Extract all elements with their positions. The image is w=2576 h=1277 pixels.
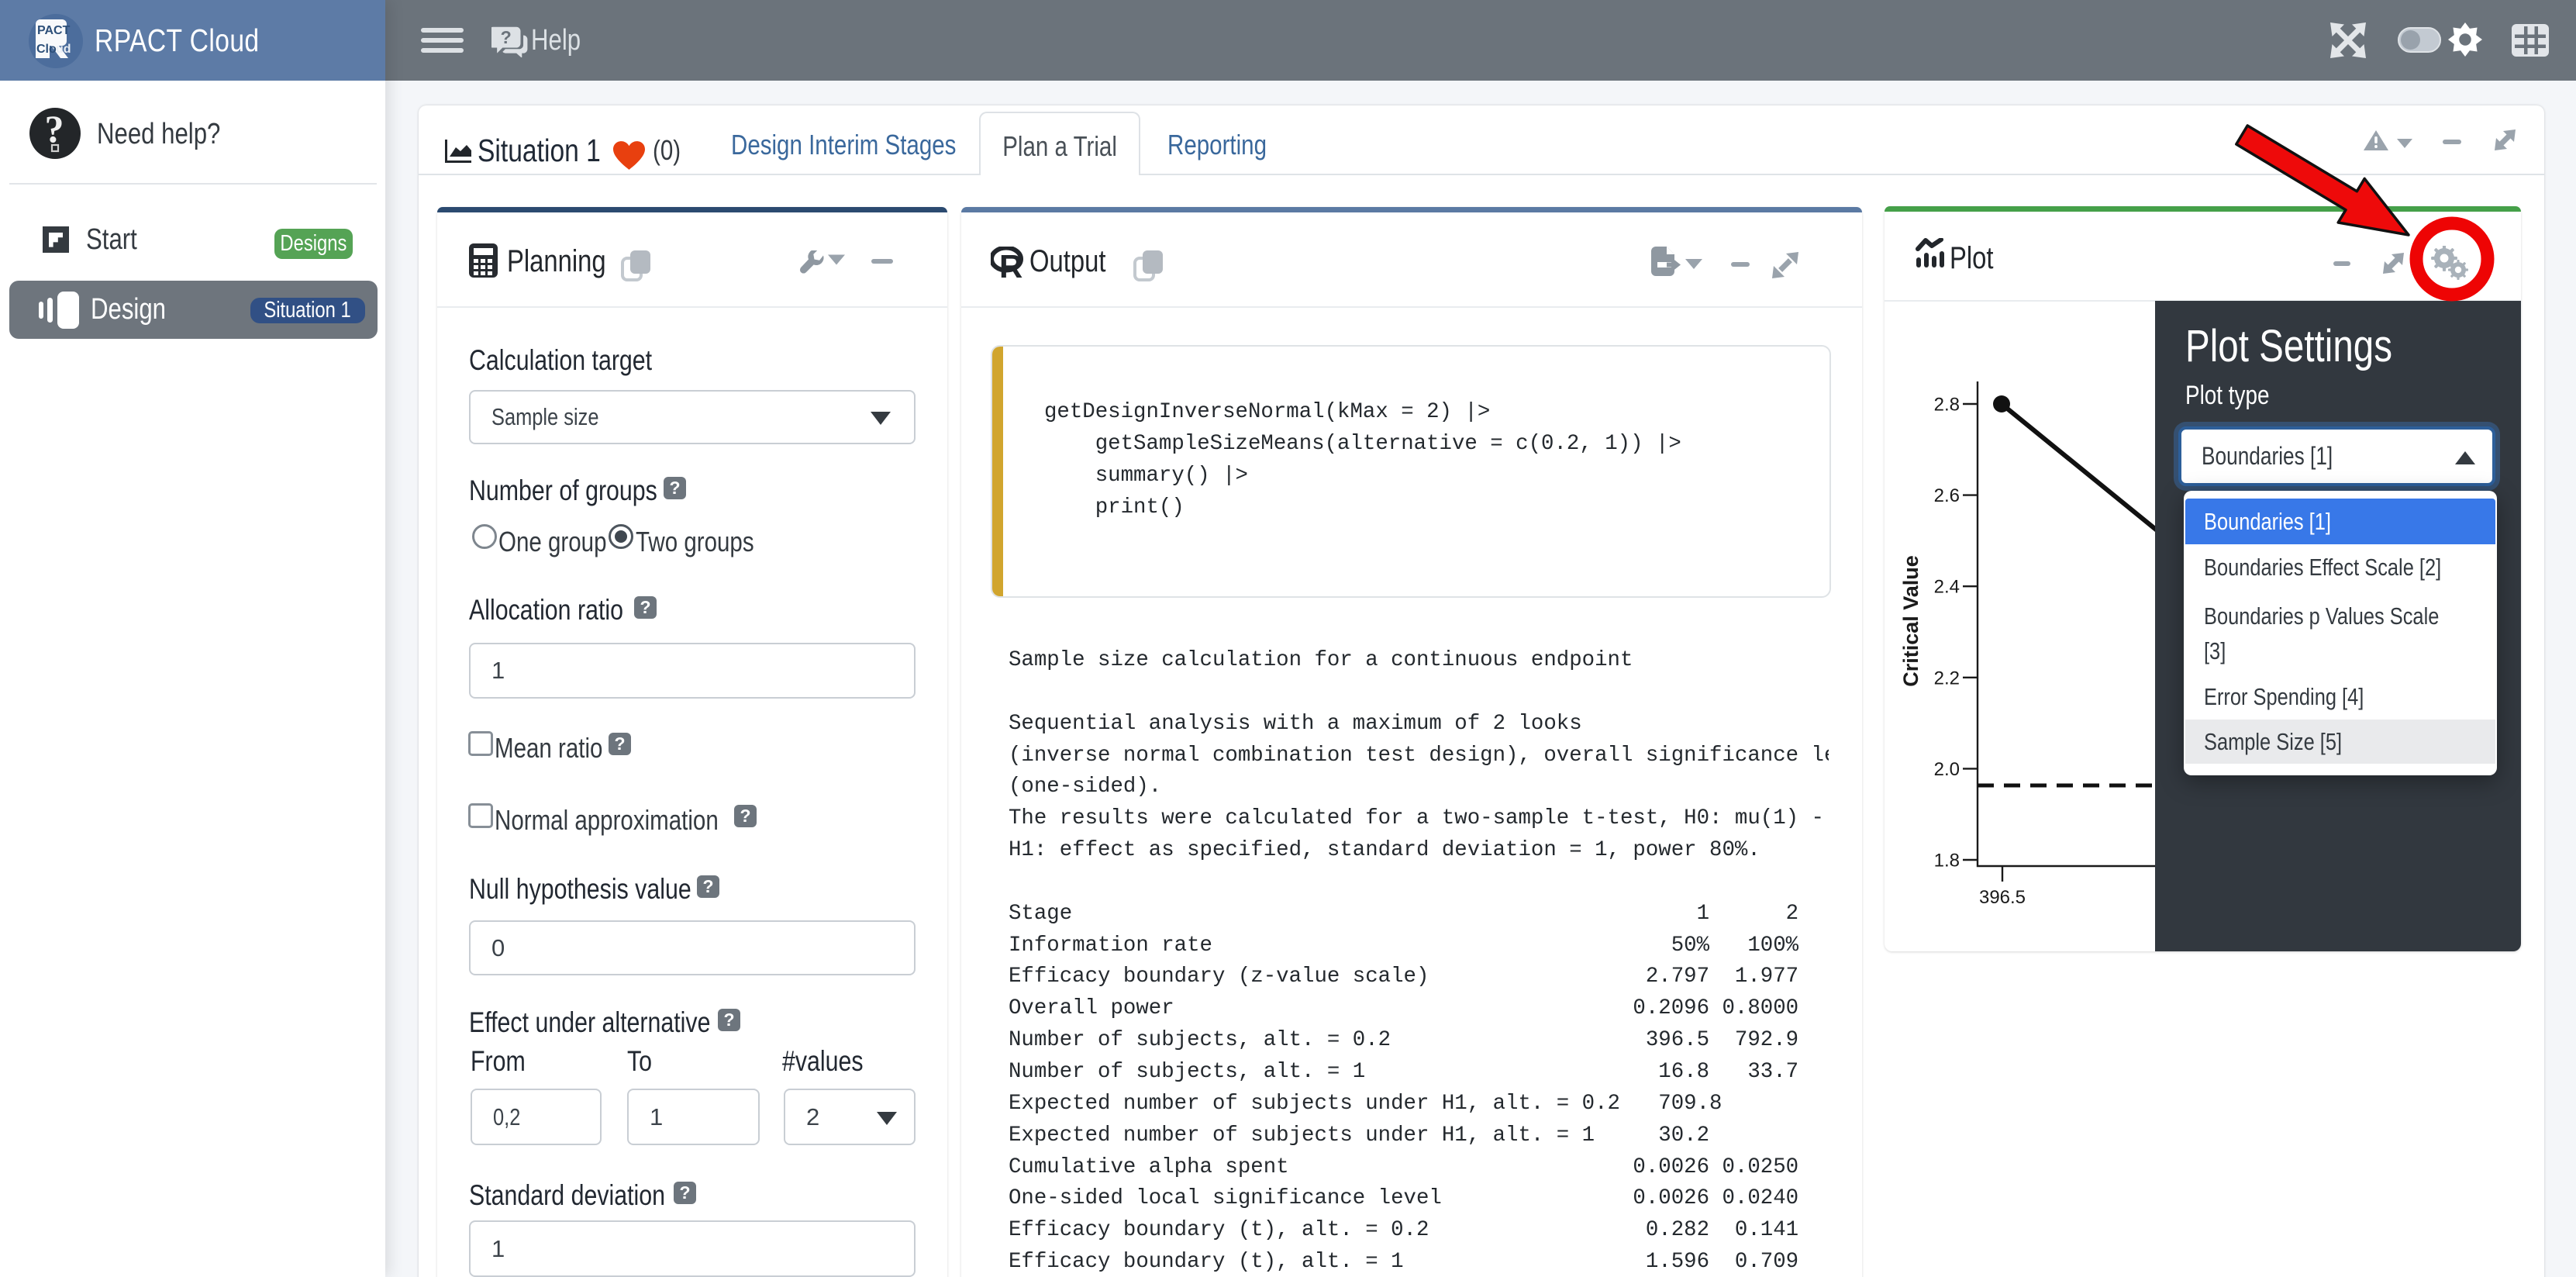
svg-text:ud: ud [56,43,71,56]
svg-text:PACT: PACT [37,24,71,37]
svg-text:R: R [999,248,1022,278]
svg-text:2.6: 2.6 [1934,485,1960,506]
svg-text:2.8: 2.8 [1934,395,1960,416]
svg-text:Critical Value: Critical Value [1899,555,1923,687]
svg-text:Clo: Clo [36,43,57,56]
svg-text:396.5: 396.5 [1979,887,2026,908]
svg-text:2.0: 2.0 [1934,759,1960,780]
svg-text:?: ? [501,27,512,47]
svg-text:1.8: 1.8 [1934,851,1960,871]
svg-text:2.4: 2.4 [1934,577,1960,598]
svg-text:2.2: 2.2 [1934,668,1960,689]
